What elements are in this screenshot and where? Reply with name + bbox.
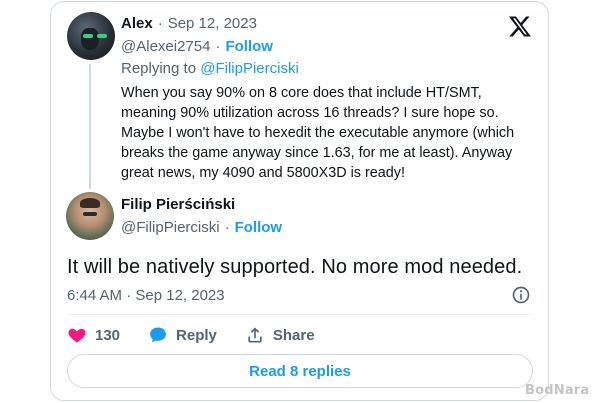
embedded-tweet-card: Alex · Sep 12, 2023 @Alexei2754 · Follow… bbox=[50, 1, 549, 401]
reply-author-name[interactable]: Alex bbox=[121, 15, 153, 32]
reply-handle-row: @Alexei2754 · Follow bbox=[121, 38, 273, 55]
main-tweet-text: It will be natively supported. No more m… bbox=[67, 256, 523, 278]
share-label: Share bbox=[272, 326, 315, 344]
reply-author-row: Alex · Sep 12, 2023 bbox=[121, 15, 257, 32]
info-icon[interactable] bbox=[511, 285, 531, 305]
x-logo-icon[interactable] bbox=[508, 14, 532, 38]
tweet-actions-bar: 130 Reply Share bbox=[67, 325, 343, 345]
actions-divider bbox=[67, 314, 533, 315]
like-count: 130 bbox=[95, 326, 121, 344]
replying-to-line: Replying to @FilipPierciski bbox=[121, 60, 299, 77]
heart-icon bbox=[68, 328, 86, 343]
main-author-name[interactable]: Filip Pierściński bbox=[121, 196, 235, 213]
reply-tweet-text: When you say 90% on 8 core does that inc… bbox=[121, 85, 515, 181]
reply-date[interactable]: Sep 12, 2023 bbox=[168, 15, 257, 32]
replying-to-label: Replying to bbox=[121, 60, 197, 77]
read-replies-button[interactable]: Read 8 replies bbox=[67, 354, 533, 388]
main-author-handle[interactable]: @FilipPierciski bbox=[121, 219, 220, 236]
separator-dot: · bbox=[215, 38, 221, 55]
watermark-text: BodNara bbox=[525, 383, 590, 398]
separator-dot: · bbox=[157, 15, 163, 32]
avatar-filip[interactable] bbox=[66, 192, 114, 240]
avatar-alex[interactable] bbox=[67, 12, 115, 60]
share-upload-icon bbox=[248, 327, 262, 343]
main-tweet-timestamp[interactable]: 6:44 AM · Sep 12, 2023 bbox=[67, 287, 225, 304]
replying-to-mention[interactable]: @FilipPierciski bbox=[200, 60, 299, 77]
separator-dot: · bbox=[224, 219, 230, 236]
speech-bubble-icon bbox=[150, 327, 166, 343]
thread-connector-line bbox=[89, 64, 91, 189]
follow-alex-button[interactable]: Follow bbox=[225, 38, 273, 55]
reply-author-handle[interactable]: @Alexei2754 bbox=[121, 38, 210, 55]
reply-button[interactable]: Reply bbox=[148, 325, 217, 345]
main-handle-row: @FilipPierciski · Follow bbox=[121, 219, 282, 236]
follow-filip-button[interactable]: Follow bbox=[235, 219, 283, 236]
reply-label: Reply bbox=[176, 326, 217, 344]
share-button[interactable]: Share bbox=[245, 325, 315, 345]
like-button[interactable]: 130 bbox=[67, 325, 120, 345]
main-author-row: Filip Pierściński bbox=[121, 196, 235, 213]
